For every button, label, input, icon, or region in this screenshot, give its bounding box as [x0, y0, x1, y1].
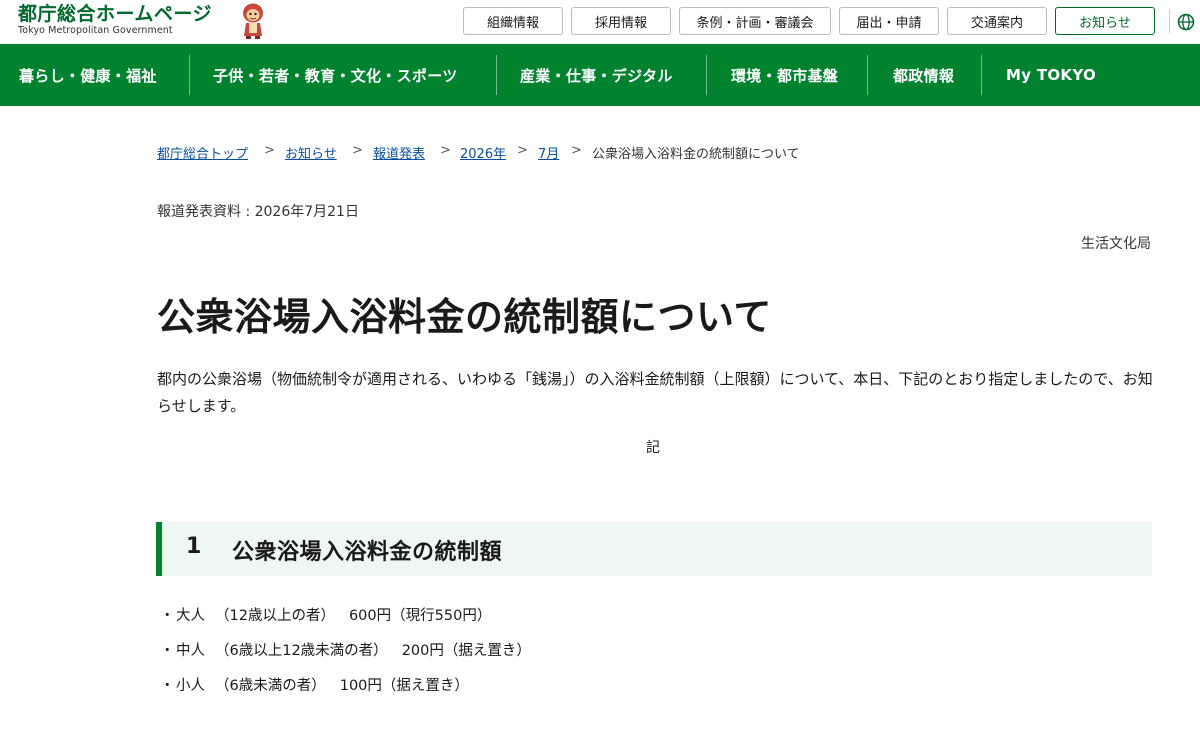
fee-price: 200円	[401, 643, 444, 659]
breadcrumb-link-notices[interactable]: お知らせ	[285, 143, 337, 162]
breadcrumb-link-year[interactable]: 2026年	[460, 143, 506, 162]
ki-label: 記	[646, 440, 660, 456]
section-number: 1	[186, 534, 202, 559]
fee-note: （据え置き）	[381, 678, 469, 694]
chevron-right-icon: >	[517, 143, 528, 158]
header-divider	[1169, 9, 1170, 33]
site-logo[interactable]: 都庁総合ホームページ Tokyo Metropolitan Government	[18, 3, 212, 36]
section-title: 公衆浴場入浴料金の統制額	[232, 540, 503, 565]
nav-divider	[867, 55, 868, 95]
nav-my-tokyo[interactable]: My TOKYO	[1006, 44, 1096, 106]
breadcrumb-link-press[interactable]: 報道発表	[373, 143, 425, 162]
fee-price: 600円	[348, 608, 392, 624]
fee-item-child: ・ 中人 （6歳以上12歳未満の者） 200円 （据え置き）	[160, 639, 531, 674]
fee-list: ・ 大人 （12歳以上の者） 600円 （現行550円） ・ 中人 （6歳以上1…	[160, 604, 531, 709]
nav-environment-infrastructure[interactable]: 環境・都市基盤	[731, 44, 838, 106]
breadcrumb-link-month[interactable]: 7月	[538, 143, 559, 162]
fee-note: （据え置き）	[443, 643, 531, 659]
release-date: 報道発表資料 : 2026年7月21日	[157, 204, 359, 220]
nav-industry-work-digital[interactable]: 産業・仕事・デジタル	[520, 44, 673, 106]
fee-category: 大人	[176, 608, 205, 624]
chevron-right-icon: >	[352, 143, 363, 158]
nav-living-health-welfare[interactable]: 暮らし・健康・福祉	[19, 44, 157, 106]
list-bullet: ・	[160, 608, 175, 624]
logo-subtitle: Tokyo Metropolitan Government	[18, 25, 173, 36]
globe-icon[interactable]	[1177, 13, 1195, 31]
fee-category: 中人	[176, 643, 205, 659]
section-heading: 1 公衆浴場入浴料金の統制額	[156, 522, 1152, 576]
top-link-ordinances[interactable]: 条例・計画・審議会	[679, 7, 831, 35]
nav-children-education-culture[interactable]: 子供・若者・教育・文化・スポーツ	[213, 44, 458, 106]
nav-divider	[981, 55, 982, 95]
top-link-access[interactable]: 交通案内	[947, 7, 1047, 35]
fee-item-adult: ・ 大人 （12歳以上の者） 600円 （現行550円）	[160, 604, 531, 639]
fee-category: 小人	[176, 678, 205, 694]
top-link-notices[interactable]: お知らせ	[1055, 7, 1155, 35]
fee-price: 100円	[339, 678, 382, 694]
list-bullet: ・	[160, 678, 175, 694]
fee-condition: （12歳以上の者）	[215, 608, 335, 624]
fee-note: （現行550円）	[391, 608, 492, 624]
chevron-right-icon: >	[440, 143, 451, 158]
page-title: 公衆浴場入浴料金の統制額について	[157, 295, 772, 339]
main-nav: 暮らし・健康・福祉 子供・若者・教育・文化・スポーツ 産業・仕事・デジタル 環境…	[0, 44, 1200, 106]
fee-condition: （6歳未満の者）	[215, 678, 326, 694]
list-bullet: ・	[160, 643, 175, 659]
nav-divider	[706, 55, 707, 95]
breadcrumb-current: 公衆浴場入浴料金の統制額について	[592, 147, 800, 162]
chevron-right-icon: >	[264, 143, 275, 158]
fee-condition: （6歳以上12歳未満の者）	[215, 643, 388, 659]
nav-government-info[interactable]: 都政情報	[893, 44, 954, 106]
top-link-organization[interactable]: 組織情報	[463, 7, 563, 35]
bureau-name: 生活文化局	[1081, 236, 1151, 252]
logo-title: 都庁総合ホームページ	[18, 3, 213, 25]
top-link-recruitment[interactable]: 採用情報	[571, 7, 671, 35]
nav-divider	[189, 55, 190, 95]
site-header: 都庁総合ホームページ Tokyo Metropolitan Government…	[0, 0, 1200, 44]
breadcrumb-link-top[interactable]: 都庁総合トップ	[157, 143, 248, 162]
top-link-applications[interactable]: 届出・申請	[839, 7, 939, 35]
fee-item-infant: ・ 小人 （6歳未満の者） 100円 （据え置き）	[160, 674, 531, 709]
intro-paragraph: 都内の公衆浴場（物価統制令が適用される、いわゆる「銭湯」）の入浴料金統制額（上限…	[157, 370, 1153, 415]
chevron-right-icon: >	[571, 143, 582, 158]
mascot-icon	[243, 3, 263, 39]
nav-divider	[496, 55, 497, 95]
